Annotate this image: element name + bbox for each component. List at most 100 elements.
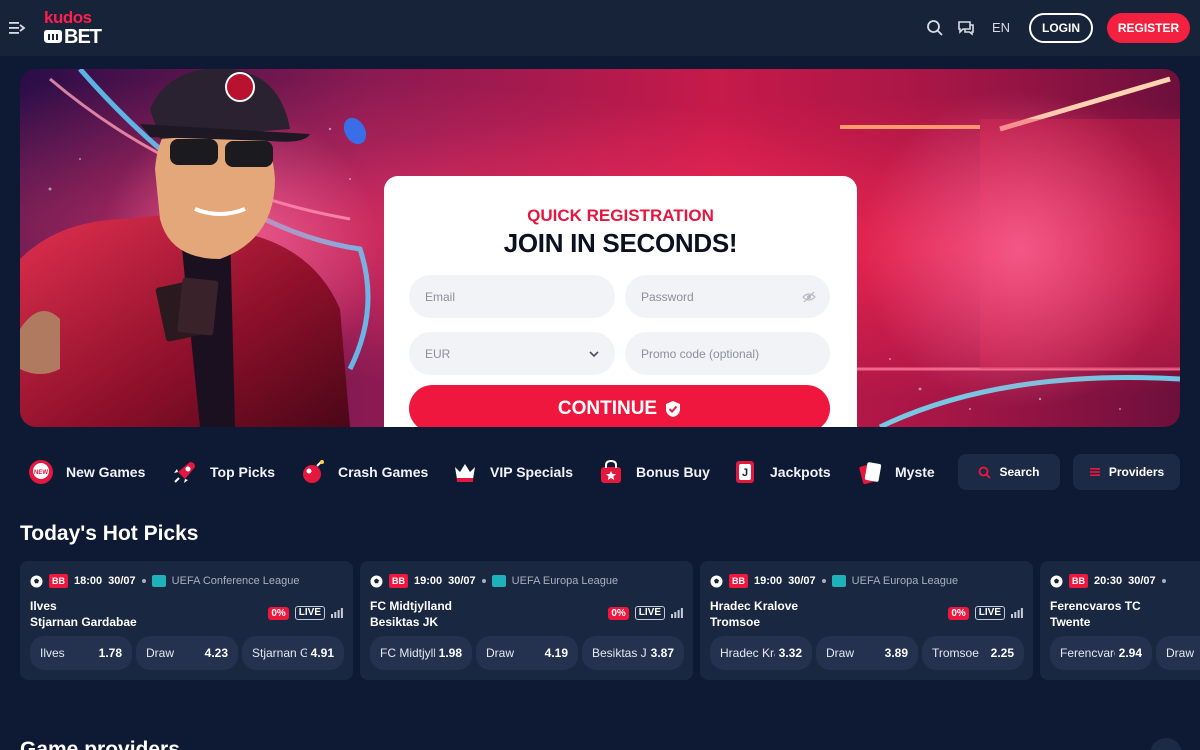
away-team: Stjarnan Gardabae	[30, 615, 137, 629]
stats-icon[interactable]	[671, 608, 683, 618]
soccer-ball-icon	[710, 575, 723, 587]
odd-home[interactable]: Ilves 1.78	[30, 636, 132, 670]
crown-icon	[455, 464, 475, 482]
odd-home[interactable]: Hradec Kralove3.32	[710, 636, 812, 670]
match-teams: Ferencvaros TC Twente	[1050, 598, 1141, 630]
odds-row: Ferencvaros TC2.94 Draw	[1040, 636, 1200, 670]
match-status: 0% LIVE	[268, 606, 343, 620]
match-status: 0% LIVE	[948, 606, 1023, 620]
category-jackpots[interactable]: J Jackpots	[732, 452, 831, 492]
promo-code-field[interactable]: Promo code (optional)	[625, 332, 830, 375]
odd-draw[interactable]: Draw 4.19	[476, 636, 578, 670]
odd-away[interactable]: Stjarnan Gardabae4.91	[242, 636, 344, 670]
password-field[interactable]: Password	[625, 275, 830, 318]
new-badge-icon: NEW	[29, 460, 53, 484]
svg-text:NEW: NEW	[34, 470, 48, 476]
bomb-icon	[303, 460, 324, 483]
hero-banner: QUICK REGISTRATION JOIN IN SECONDS! Emai…	[20, 69, 1180, 427]
match-header: BB 18:00 30/07 UEFA Conference League	[30, 573, 299, 589]
currency-value: EUR	[425, 346, 451, 361]
soccer-ball-icon	[30, 575, 43, 587]
match-header: BB 19:00 30/07 UEFA Europa League	[370, 573, 618, 589]
providers-button[interactable]: Providers	[1073, 454, 1180, 490]
currency-select[interactable]: EUR	[409, 332, 615, 375]
odd-away[interactable]: Besiktas JK3.87	[582, 636, 684, 670]
match-card[interactable]: BB 19:00 30/07 UEFA Europa League Hradec…	[700, 561, 1033, 680]
logo-hand-icon	[44, 30, 62, 43]
stats-icon[interactable]	[331, 608, 343, 618]
category-top-picks[interactable]: Top Picks	[172, 452, 275, 492]
match-status: 0% LIVE	[608, 606, 683, 620]
home-team: Hradec Kralove	[710, 599, 799, 613]
jackpot-card-icon: J	[736, 461, 754, 483]
registration-title: JOIN IN SECONDS!	[503, 228, 738, 258]
live-badge: LIVE	[634, 606, 665, 620]
email-field[interactable]: Email	[409, 275, 615, 318]
email-placeholder: Email	[425, 289, 456, 304]
bet-builder-badge: BB	[1069, 574, 1088, 588]
odd-draw[interactable]: Draw	[1156, 636, 1200, 670]
kudosbet-logo[interactable]: kudos BET	[42, 8, 112, 48]
bet-builder-badge: BB	[389, 574, 408, 588]
home-team: Ferencvaros TC	[1050, 599, 1141, 613]
match-teams: Ilves Stjarnan Gardabae	[30, 598, 137, 630]
mystery-cards-icon	[859, 462, 882, 485]
language-selector[interactable]: EN	[992, 20, 1010, 35]
match-time: 20:30	[1094, 575, 1123, 587]
password-placeholder: Password	[641, 289, 694, 304]
live-badge: LIVE	[974, 606, 1005, 620]
competition-icon	[151, 575, 166, 587]
competition-icon	[831, 575, 846, 587]
chat-icon[interactable]	[956, 18, 976, 38]
category-new-games[interactable]: NEW New Games	[28, 452, 145, 492]
svg-text:J: J	[742, 467, 748, 479]
match-time: 19:00	[754, 575, 783, 587]
separator-dot	[1161, 579, 1166, 583]
odd-home[interactable]: FC Midtjylland1.98	[370, 636, 472, 670]
match-card[interactable]: BB 19:00 30/07 UEFA Europa League FC Mid…	[360, 561, 693, 680]
register-button[interactable]: REGISTER	[1107, 13, 1190, 43]
match-card[interactable]: BB 20:30 30/07 Ferencvaros TC Twente Fer…	[1040, 561, 1200, 680]
margin-badge: 0%	[608, 606, 629, 620]
category-crash-games[interactable]: Crash Games	[300, 452, 428, 492]
hot-picks-title: Today's Hot Picks	[20, 522, 199, 545]
login-button[interactable]: LOGIN	[1029, 13, 1093, 43]
category-vip-specials[interactable]: VIP Specials	[452, 452, 573, 492]
match-date: 30/07	[448, 575, 476, 587]
away-team: Twente	[1050, 615, 1091, 629]
continue-button[interactable]: CONTINUE	[409, 385, 830, 427]
odd-draw[interactable]: Draw 3.89	[816, 636, 918, 670]
odd-home[interactable]: Ferencvaros TC2.94	[1050, 636, 1152, 670]
search-icon[interactable]	[925, 18, 945, 38]
list-icon	[1089, 468, 1100, 476]
match-time: 19:00	[414, 575, 443, 587]
category-mystery[interactable]: Mystery	[857, 452, 935, 492]
odd-draw[interactable]: Draw 4.23	[136, 636, 238, 670]
game-providers-title: Game providers	[20, 738, 180, 750]
match-time: 18:00	[74, 575, 103, 587]
menu-toggle-icon[interactable]	[8, 18, 26, 38]
separator-dot	[481, 579, 486, 583]
bet-builder-badge: BB	[729, 574, 748, 588]
carousel-next-button[interactable]	[1150, 738, 1182, 750]
match-header: BB 20:30 30/07	[1050, 573, 1166, 589]
bet-builder-badge: BB	[49, 574, 68, 588]
stats-icon[interactable]	[1011, 608, 1023, 618]
margin-badge: 0%	[948, 606, 969, 620]
rocket-icon	[174, 462, 195, 483]
logo-text-top: kudos	[44, 8, 92, 27]
category-bonus-buy[interactable]: Bonus Buy	[598, 452, 710, 492]
game-search-button[interactable]: Search	[958, 454, 1060, 490]
shopping-bag-icon	[601, 459, 621, 483]
hide-password-icon[interactable]	[802, 290, 816, 304]
search-icon	[979, 466, 992, 479]
match-date: 30/07	[1128, 575, 1156, 587]
margin-badge: 0%	[268, 606, 289, 620]
odd-away[interactable]: Tromsoe 2.25	[922, 636, 1024, 670]
away-team: Tromsoe	[710, 615, 761, 629]
live-badge: LIVE	[294, 606, 325, 620]
home-team: FC Midtjylland	[370, 599, 452, 613]
match-card[interactable]: BB 18:00 30/07 UEFA Conference League Il…	[20, 561, 353, 680]
separator-dot	[821, 579, 826, 583]
match-teams: FC Midtjylland Besiktas JK	[370, 598, 452, 630]
